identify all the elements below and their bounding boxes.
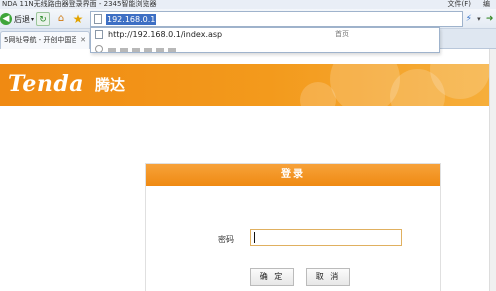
tenda-logo: Tenda <box>8 71 84 97</box>
cancel-button[interactable]: 取 消 <box>306 268 350 286</box>
suggestion-item[interactable] <box>91 41 439 52</box>
title-bar: NDA 11N无线路由器登录界面 - 2345智能浏览器 文件(F) 编 <box>0 0 496 9</box>
page-icon <box>94 14 102 24</box>
back-icon: ◀ <box>0 13 12 25</box>
back-label: 后退 <box>14 14 30 24</box>
tenda-banner: Tenda 腾达 <box>0 64 489 106</box>
tab-label: 5网址导航 - 开创中国百... <box>4 36 76 44</box>
address-suggestion-dropdown: http://192.168.0.1/index.asp 首页 <box>90 27 440 53</box>
home-icon[interactable]: ⌂ <box>54 12 68 26</box>
login-header: 登录 <box>146 164 440 186</box>
window-title: NDA 11N无线路由器登录界面 - 2345智能浏览器 <box>2 0 157 8</box>
address-actions: ⚡ ▾ ➜ <box>463 11 496 27</box>
refresh-icon[interactable]: ↻ <box>36 12 50 26</box>
address-bar[interactable]: 192.168.0.1 <box>90 11 463 27</box>
back-button[interactable]: ◀ 后退 ▾ <box>0 12 34 26</box>
address-input[interactable]: 192.168.0.1 <box>106 14 157 25</box>
star-icon[interactable]: ★ <box>71 12 85 26</box>
tab-navigation[interactable]: 5网址导航 - 开创中国百... ✕ <box>0 31 90 49</box>
suggestion-item[interactable]: http://192.168.0.1/index.asp 首页 <box>91 28 439 41</box>
menu-edit[interactable]: 编 <box>477 0 496 9</box>
password-input[interactable] <box>250 229 402 246</box>
chevron-down-icon[interactable]: ▾ <box>31 16 34 23</box>
go-icon[interactable]: ➜ <box>486 14 494 24</box>
menu-bar: 文件(F) 编 <box>442 0 496 9</box>
confirm-button[interactable]: 确 定 <box>250 268 294 286</box>
text-caret <box>254 232 255 243</box>
close-icon[interactable]: ✕ <box>80 35 86 45</box>
login-title: 登录 <box>281 169 305 180</box>
search-icon <box>95 45 103 52</box>
vertical-scrollbar[interactable] <box>489 49 496 291</box>
suggestion-text <box>108 48 178 52</box>
bolt-icon[interactable]: ⚡ <box>466 14 472 24</box>
suggestion-url: http://192.168.0.1/index.asp <box>108 30 223 39</box>
tenda-logo-cn: 腾达 <box>95 76 126 94</box>
menu-file[interactable]: 文件(F) <box>442 0 478 9</box>
login-body: 密码 确 定 取 消 <box>146 186 440 291</box>
page-icon <box>95 30 103 39</box>
navigation-bar: ◀ 后退 ▾ ↻ ⌂ ★ 192.168.0.1 ⚡ ▾ ➜ <box>0 9 496 29</box>
address-dropdown-icon[interactable]: ▾ <box>477 15 481 23</box>
password-label: 密码 <box>218 235 234 244</box>
login-panel: 登录 密码 确 定 取 消 <box>145 163 441 291</box>
suggestion-type: 首页 <box>335 30 349 38</box>
